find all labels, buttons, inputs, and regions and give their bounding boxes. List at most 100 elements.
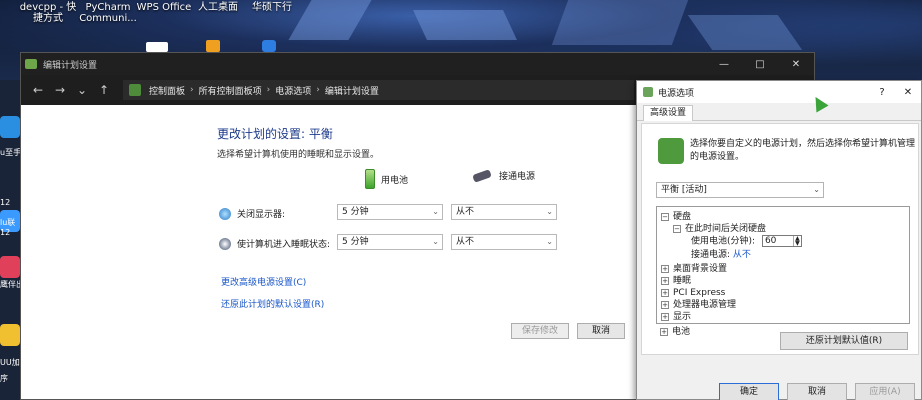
desktop-icon-label: 华硕下行 (252, 2, 292, 13)
breadcrumb-all-items[interactable]: 所有控制面板项 (199, 84, 262, 97)
spin-arrows-icon[interactable]: ▲ ▼ (792, 236, 801, 247)
tree-item-battery[interactable]: + 电池 (660, 324, 690, 337)
restore-defaults-link[interactable]: 还原此计划的默认设置(R) (221, 297, 324, 310)
on-battery-minutes-input[interactable]: 60 ▲ ▼ (761, 235, 802, 247)
expand-icon[interactable]: + (660, 327, 668, 336)
select-value: 从不 (456, 237, 475, 247)
chevron-down-icon: ⌄ (546, 207, 553, 216)
restore-plan-defaults-button[interactable]: 还原计划默认值(R) (780, 332, 908, 350)
desktop-label: 序 (0, 374, 8, 383)
desktop-icon-pycharm[interactable]: PyCharm Communi... (76, 2, 140, 24)
desktop-icon-shortcut[interactable] (146, 42, 168, 52)
expand-icon[interactable]: + (661, 264, 669, 273)
forward-arrow-icon[interactable]: → (49, 83, 71, 97)
close-button[interactable]: ✕ (778, 59, 814, 70)
sleep-battery-select[interactable]: 5 分钟 ⌄ (337, 234, 443, 250)
expand-icon[interactable]: + (661, 300, 669, 309)
folder-icon[interactable] (206, 40, 220, 52)
dialog-titlebar[interactable]: 电源选项 ? ✕ (637, 81, 921, 103)
tree-item-sleep[interactable]: + 睡眠 (661, 275, 691, 287)
apply-button[interactable]: 应用(A) (855, 383, 915, 400)
plugged-value-link[interactable]: 从不 (733, 250, 751, 260)
back-arrow-icon[interactable]: ← (27, 83, 49, 97)
expand-icon[interactable]: + (661, 312, 669, 321)
wallpaper-shard (551, 0, 689, 45)
address-bar[interactable]: 控制面板 › 所有控制面板项 › 电源选项 › 编辑计划设置 (123, 80, 634, 100)
tree-item-label: PCI Express (673, 288, 726, 298)
chevron-down-icon: ⌄ (546, 237, 553, 246)
control-panel-icon (129, 84, 141, 96)
tree-item-label: 处理器电源管理 (673, 300, 737, 310)
cancel-button[interactable]: 取消 (577, 323, 625, 339)
on-battery-label: 使用电池(分钟): (691, 236, 756, 247)
tree-item-disk[interactable]: − 硬盘 (661, 211, 691, 223)
ok-button[interactable]: 确定 (719, 383, 779, 400)
recent-dropdown-icon[interactable]: ⌄ (71, 83, 93, 97)
desktop-icon-asus[interactable]: 华硕下行 (240, 2, 304, 13)
help-button[interactable]: ? (869, 87, 895, 98)
tree-item-processor[interactable]: + 处理器电源管理 (661, 299, 736, 311)
settings-tree[interactable]: − 硬盘 − 在此时间后关闭硬盘 使用电池(分钟): 60 ▲ ▼ 接通电源: 从不 … (656, 206, 910, 324)
select-value: 平衡 [活动] (661, 185, 707, 195)
select-value: 5 分钟 (342, 207, 369, 217)
dialog-controls: ? ✕ (869, 87, 921, 98)
power-options-icon (643, 87, 653, 97)
sleep-moon-icon (219, 237, 231, 250)
spin-value: 60 (764, 236, 777, 246)
tree-item-label: 在此时间后关闭硬盘 (685, 224, 767, 234)
expand-icon[interactable]: + (661, 288, 669, 297)
up-arrow-icon[interactable]: ↑ (93, 83, 115, 97)
maximize-button[interactable]: □ (742, 59, 778, 70)
column-header-plugged: 接通电源 (472, 168, 536, 183)
breadcrumb-separator: › (190, 85, 194, 95)
expand-icon[interactable]: + (661, 276, 669, 285)
save-changes-button[interactable]: 保存修改 (511, 323, 569, 339)
app-icon[interactable] (0, 324, 20, 346)
tree-item-pci-express[interactable]: + PCI Express (661, 287, 725, 299)
power-plan-icon (658, 138, 684, 164)
desktop-label: UU加速器 (0, 358, 22, 367)
tree-item-label: 电池 (672, 327, 691, 337)
tree-item-display[interactable]: + 显示 (661, 311, 691, 323)
minimize-button[interactable]: — (706, 59, 742, 70)
display-off-row: 关闭显示器: (219, 207, 285, 220)
advanced-power-settings-link[interactable]: 更改高级电源设置(C) (221, 275, 306, 288)
breadcrumb-separator: › (266, 85, 271, 95)
tree-item-disk-timeout[interactable]: − 在此时间后关闭硬盘 (673, 223, 766, 235)
tree-item-on-battery: 使用电池(分钟): 60 ▲ ▼ (691, 235, 802, 248)
window-titlebar[interactable]: 编辑计划设置 — □ ✕ (21, 53, 814, 75)
tree-item-label: 桌面背景设置 (673, 264, 728, 274)
display-off-battery-select[interactable]: 5 分钟 ⌄ (337, 204, 443, 220)
power-plan-select[interactable]: 平衡 [活动] ⌄ (656, 182, 824, 198)
collapse-icon[interactable]: − (661, 212, 669, 221)
chevron-down-icon: ⌄ (432, 237, 439, 246)
app-icon[interactable] (0, 116, 20, 138)
display-off-plugged-select[interactable]: 从不 ⌄ (451, 204, 557, 220)
battery-icon (365, 169, 375, 189)
dialog-cancel-button[interactable]: 取消 (787, 383, 847, 400)
sleep-plugged-select[interactable]: 从不 ⌄ (451, 234, 557, 250)
breadcrumb-edit-plan[interactable]: 编辑计划设置 (325, 84, 379, 97)
wallpaper-shard (687, 15, 803, 50)
desktop-label: 12 (0, 228, 11, 237)
chevron-down-icon: ⌄ (813, 185, 820, 194)
breadcrumb-control-panel[interactable]: 控制面板 (149, 84, 185, 97)
desktop-icon-devcpp[interactable]: devcpp - 快捷方式 (16, 2, 80, 24)
desktop-label: 12 (0, 198, 11, 207)
desktop-label: lu联 (0, 218, 16, 227)
tab-advanced-settings[interactable]: 高级设置 (643, 105, 694, 121)
dialog-close-button[interactable]: ✕ (895, 87, 921, 98)
app-icon[interactable] (262, 40, 276, 52)
tree-item-label: 睡眠 (673, 276, 692, 286)
app-icon[interactable] (0, 256, 20, 278)
chevron-down-icon: ⌄ (432, 207, 439, 216)
breadcrumb-power-options[interactable]: 电源选项 (275, 84, 311, 97)
tree-item-desktop-background[interactable]: + 桌面背景设置 (661, 263, 727, 275)
desktop-label: u至手 (0, 148, 22, 157)
collapse-icon[interactable]: − (673, 224, 681, 233)
dialog-tabbar: 高级设置 (637, 103, 921, 121)
sleep-row: 使计算机进入睡眠状态: (219, 237, 330, 250)
select-value: 5 分钟 (342, 237, 369, 247)
column-plugged-label: 接通电源 (499, 172, 536, 182)
dialog-title: 电源选项 (658, 88, 695, 99)
